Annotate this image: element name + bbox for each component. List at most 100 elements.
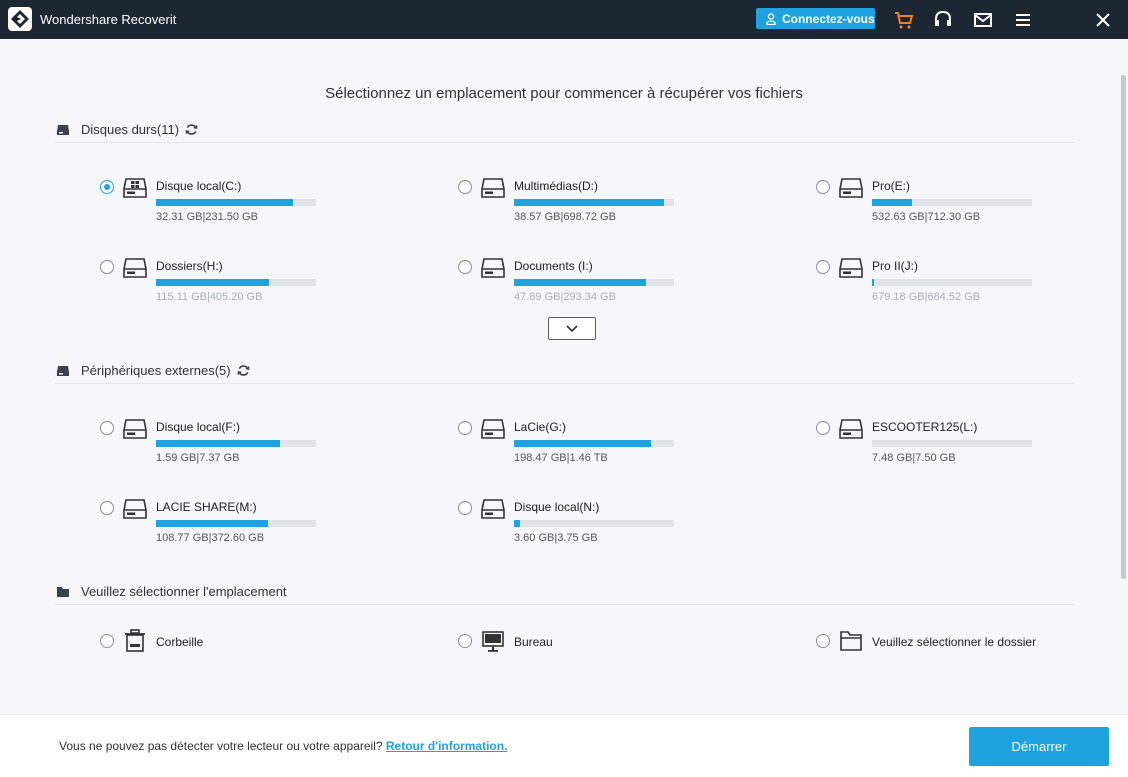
drive-d-usage-bar: [514, 199, 674, 206]
drive-item-f[interactable]: Disque local(F:) 1.59 GB|7.37 GB: [100, 418, 340, 468]
refresh-icon[interactable]: [185, 123, 198, 136]
trash-icon: [125, 629, 145, 652]
drive-f-usage-bar: [156, 440, 316, 447]
drive-d-name: Multimédias(D:): [514, 179, 599, 193]
windows-drive-icon: [123, 178, 147, 198]
drive-f-name: Disque local(F:): [156, 420, 241, 434]
recoverit-logo-icon: [8, 7, 32, 31]
drive-m-usage-bar: [156, 520, 316, 527]
desktop-label: Bureau: [514, 635, 553, 649]
external-devices-title: Périphériques externes(5): [81, 363, 231, 378]
drive-h-usage-bar: [156, 279, 316, 286]
location-item-recycle-bin[interactable]: Corbeille: [100, 629, 300, 655]
select-folder-radio[interactable]: [816, 634, 830, 648]
drive-m-name: LACIE SHARE(M:): [156, 500, 257, 514]
drive-h-radio[interactable]: [100, 260, 114, 274]
external-devices-divider: [55, 383, 1074, 384]
drive-g-name: LaCie(G:): [514, 420, 567, 434]
drive-g-radio[interactable]: [458, 421, 472, 435]
drive-e-size: 532.63 GB|712.30 GB: [872, 211, 981, 223]
drive-item-e[interactable]: Pro(E:) 532.63 GB|712.30 GB: [816, 177, 1056, 227]
hard-drive-icon: [839, 178, 863, 198]
drive-item-d[interactable]: Multimédias(D:) 38.57 GB|698.72 GB: [458, 177, 698, 227]
drive-i-radio[interactable]: [458, 260, 472, 274]
recycle-bin-radio[interactable]: [100, 634, 114, 648]
drive-g-size: 198.47 GB|1.46 TB: [514, 452, 608, 464]
desktop-icon: [482, 631, 504, 652]
mail-icon[interactable]: [973, 10, 993, 30]
drive-j-size: 679.18 GB|684.52 GB: [872, 291, 981, 303]
footer-message: Vous ne pouvez pas détecter votre lecteu…: [59, 739, 507, 753]
locations-title: Veuillez sélectionner l'emplacement: [81, 584, 287, 599]
login-button[interactable]: Connectez-vous: [756, 8, 875, 29]
hard-disk-section-icon: [57, 124, 69, 135]
drive-i-usage-bar: [514, 279, 674, 286]
title-bar: Wondershare Recoverit Connectez-vous: [0, 0, 1128, 39]
drive-j-usage-bar: [872, 279, 1032, 286]
drive-n-name: Disque local(N:): [514, 500, 600, 514]
chevron-down-icon: [566, 324, 578, 332]
drive-item-l[interactable]: ESCOOTER125(L:) 7.48 GB|7.50 GB: [816, 418, 1056, 468]
drive-item-c[interactable]: Disque local(C:) 32.31 GB|231.50 GB: [100, 177, 340, 227]
menu-icon[interactable]: [1013, 10, 1033, 30]
drive-j-radio[interactable]: [816, 260, 830, 274]
hard-drive-icon: [123, 499, 147, 519]
drive-item-j[interactable]: Pro II(J:) 679.18 GB|684.52 GB: [816, 257, 1056, 307]
hard-disks-divider: [55, 142, 1074, 143]
drive-n-usage-bar: [514, 520, 674, 527]
select-folder-label: Veuillez sélectionner le dossier: [872, 635, 1037, 649]
refresh-icon[interactable]: [237, 364, 250, 377]
drive-c-size: 32.31 GB|231.50 GB: [156, 211, 258, 223]
drive-item-h[interactable]: Dossiers(H:) 115.11 GB|405.20 GB: [100, 257, 340, 307]
drive-d-size: 38.57 GB|698.72 GB: [514, 211, 616, 223]
page-headline: Sélectionnez un emplacement pour commenc…: [325, 85, 803, 102]
drive-i-name: Documents (I:): [514, 259, 593, 273]
footer-text: Vous ne pouvez pas détecter votre lecteu…: [59, 739, 383, 753]
feedback-link[interactable]: Retour d'information.: [386, 739, 508, 753]
locations-divider: [55, 604, 1074, 605]
drive-l-radio[interactable]: [816, 421, 830, 435]
hard-drive-icon: [481, 499, 505, 519]
drive-l-usage-bar: [872, 440, 1032, 447]
drive-j-name: Pro II(J:): [872, 259, 919, 273]
drive-e-usage-bar: [872, 199, 1032, 206]
scrollbar[interactable]: [1121, 75, 1126, 579]
drive-item-m[interactable]: LACIE SHARE(M:) 108.77 GB|372.60 GB: [100, 498, 340, 548]
main-content: Sélectionnez un emplacement pour commenc…: [0, 39, 1128, 714]
location-item-desktop[interactable]: Bureau: [458, 629, 658, 655]
drive-item-i[interactable]: Documents (I:) 47.89 GB|293.34 GB: [458, 257, 698, 307]
drive-f-size: 1.59 GB|7.37 GB: [156, 452, 240, 464]
hard-drive-icon: [839, 419, 863, 439]
drive-item-g[interactable]: LaCie(G:) 198.47 GB|1.46 TB: [458, 418, 698, 468]
drive-m-size: 108.77 GB|372.60 GB: [156, 532, 265, 544]
close-icon[interactable]: [1093, 10, 1113, 30]
drive-item-n[interactable]: Disque local(N:) 3.60 GB|3.75 GB: [458, 498, 698, 548]
drive-n-size: 3.60 GB|3.75 GB: [514, 532, 598, 544]
folder-icon: [840, 631, 862, 651]
drive-c-usage-bar: [156, 199, 316, 206]
drive-n-radio[interactable]: [458, 501, 472, 515]
hard-drive-icon: [123, 419, 147, 439]
location-item-select-folder[interactable]: Veuillez sélectionner le dossier: [816, 629, 1076, 655]
cart-icon[interactable]: [894, 10, 914, 30]
drive-e-radio[interactable]: [816, 180, 830, 194]
desktop-radio[interactable]: [458, 634, 472, 648]
start-button[interactable]: Démarrer: [969, 727, 1109, 766]
hard-disks-title: Disques durs(11): [81, 122, 180, 137]
drive-f-radio[interactable]: [100, 421, 114, 435]
hard-drive-icon: [481, 178, 505, 198]
app-title: Wondershare Recoverit: [40, 12, 177, 27]
hard-disks-section-title: Disques durs(11): [56, 122, 198, 137]
expand-drives-button[interactable]: [548, 317, 596, 340]
login-label: Connectez-vous: [782, 11, 875, 26]
drive-e-name: Pro(E:): [872, 179, 911, 193]
drive-d-radio[interactable]: [458, 180, 472, 194]
drive-l-name: ESCOOTER125(L:): [872, 420, 978, 434]
locations-section-title: Veuillez sélectionner l'emplacement: [56, 584, 287, 599]
drive-c-radio[interactable]: [100, 180, 114, 194]
hard-drive-icon: [481, 419, 505, 439]
drive-m-radio[interactable]: [100, 501, 114, 515]
drive-h-name: Dossiers(H:): [156, 259, 223, 273]
hard-drive-icon: [123, 258, 147, 278]
headset-support-icon[interactable]: [933, 10, 953, 30]
